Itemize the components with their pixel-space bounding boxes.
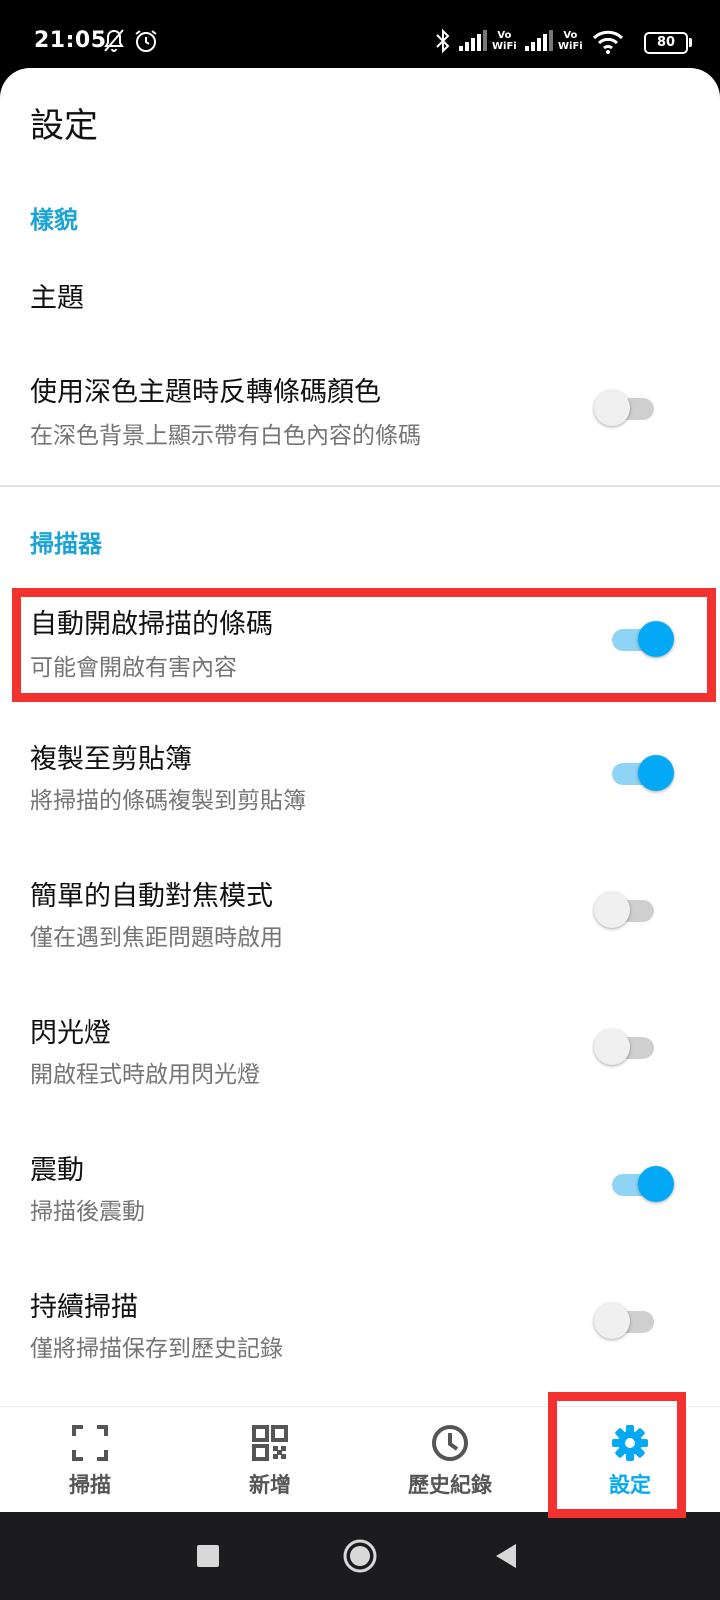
setting-subtitle: 掃描後震動 xyxy=(30,1199,145,1225)
dnd-bell-icon xyxy=(104,29,124,52)
vowifi-label-1: Vo WiFi xyxy=(492,30,517,52)
setting-subtitle: 開啟程式時啟用閃光燈 xyxy=(30,1062,260,1088)
simple-autofocus-toggle[interactable] xyxy=(594,889,656,929)
setting-title: 複製至剪貼簿 xyxy=(30,744,192,775)
setting-title: 震動 xyxy=(30,1155,84,1186)
nav-tab-scan[interactable]: 掃描 xyxy=(0,1407,180,1512)
setting-simple-autofocus[interactable]: 簡單的自動對焦模式 僅在遇到焦距問題時啟用 xyxy=(0,860,720,975)
setting-title: 持續掃描 xyxy=(30,1292,138,1323)
clock-icon xyxy=(432,1425,468,1461)
setting-continuous-scan[interactable]: 持續掃描 僅將掃描保存到歷史記錄 xyxy=(0,1271,720,1386)
setting-vibrate[interactable]: 震動 掃描後震動 xyxy=(0,1134,720,1249)
vibrate-toggle[interactable] xyxy=(610,1163,674,1203)
setting-auto-open[interactable]: 自動開啟掃描的條碼 可能會開啟有害內容 xyxy=(0,588,720,702)
status-time: 21:05 xyxy=(34,28,107,53)
section-header-appearance: 樣貌 xyxy=(30,206,78,234)
status-bar: 21:05 Vo WiFi Vo WiFi 80 xyxy=(0,0,720,68)
setting-subtitle: 在深色背景上顯示帶有白色內容的條碼 xyxy=(30,423,421,449)
signal-icon-1 xyxy=(459,30,487,51)
qr-code-icon xyxy=(252,1425,288,1461)
setting-copy-clipboard[interactable]: 複製至剪貼簿 將掃描的條碼複製到剪貼簿 xyxy=(0,723,720,838)
setting-title: 使用深色主題時反轉條碼顏色 xyxy=(30,377,381,408)
setting-subtitle: 僅將掃描保存到歷史記錄 xyxy=(30,1336,283,1362)
setting-title: 自動開啟掃描的條碼 xyxy=(30,609,273,640)
setting-invert-dark[interactable]: 使用深色主題時反轉條碼顏色 在深色背景上顯示帶有白色內容的條碼 xyxy=(0,348,720,458)
setting-title: 簡單的自動對焦模式 xyxy=(30,881,273,912)
battery-tip xyxy=(689,38,692,47)
setting-title: 主題 xyxy=(30,283,84,314)
home-icon[interactable] xyxy=(342,1538,378,1574)
setting-title: 閃光燈 xyxy=(30,1018,111,1049)
continuous-scan-toggle[interactable] xyxy=(594,1300,656,1340)
highlight-box-settings-tab xyxy=(548,1392,686,1518)
invert-dark-toggle[interactable] xyxy=(594,387,656,427)
nav-tab-history[interactable]: 歷史紀錄 xyxy=(360,1407,540,1512)
setting-subtitle: 將掃描的條碼複製到剪貼簿 xyxy=(30,788,306,814)
page-title: 設定 xyxy=(30,106,98,146)
back-icon[interactable] xyxy=(494,1542,518,1570)
scan-frame-icon xyxy=(72,1425,108,1461)
setting-subtitle: 可能會開啟有害內容 xyxy=(30,655,237,681)
nav-tab-create[interactable]: 新增 xyxy=(180,1407,360,1512)
battery-indicator: 80 xyxy=(644,32,688,54)
flashlight-toggle[interactable] xyxy=(594,1026,656,1066)
settings-screen: 設定 樣貌 主題 使用深色主題時反轉條碼顏色 在深色背景上顯示帶有白色內容的條碼… xyxy=(0,68,720,1512)
recents-icon[interactable] xyxy=(196,1544,220,1568)
wifi-icon xyxy=(592,30,624,54)
section-divider xyxy=(0,485,720,487)
setting-subtitle: 僅在遇到焦距問題時啟用 xyxy=(30,925,283,951)
system-nav-bar xyxy=(0,1512,720,1600)
setting-theme[interactable]: 主題 xyxy=(0,258,720,328)
nav-label: 掃描 xyxy=(69,1473,111,1497)
alarm-icon xyxy=(135,30,157,52)
bluetooth-icon xyxy=(436,28,450,54)
auto-open-toggle[interactable] xyxy=(610,618,674,658)
nav-label: 新增 xyxy=(249,1473,291,1497)
nav-label: 歷史紀錄 xyxy=(408,1473,492,1497)
vowifi-label-2: Vo WiFi xyxy=(558,30,583,52)
copy-clipboard-toggle[interactable] xyxy=(610,752,674,792)
signal-icon-2 xyxy=(525,30,553,51)
section-header-scanner: 掃描器 xyxy=(30,530,102,558)
setting-flashlight[interactable]: 閃光燈 開啟程式時啟用閃光燈 xyxy=(0,997,720,1112)
